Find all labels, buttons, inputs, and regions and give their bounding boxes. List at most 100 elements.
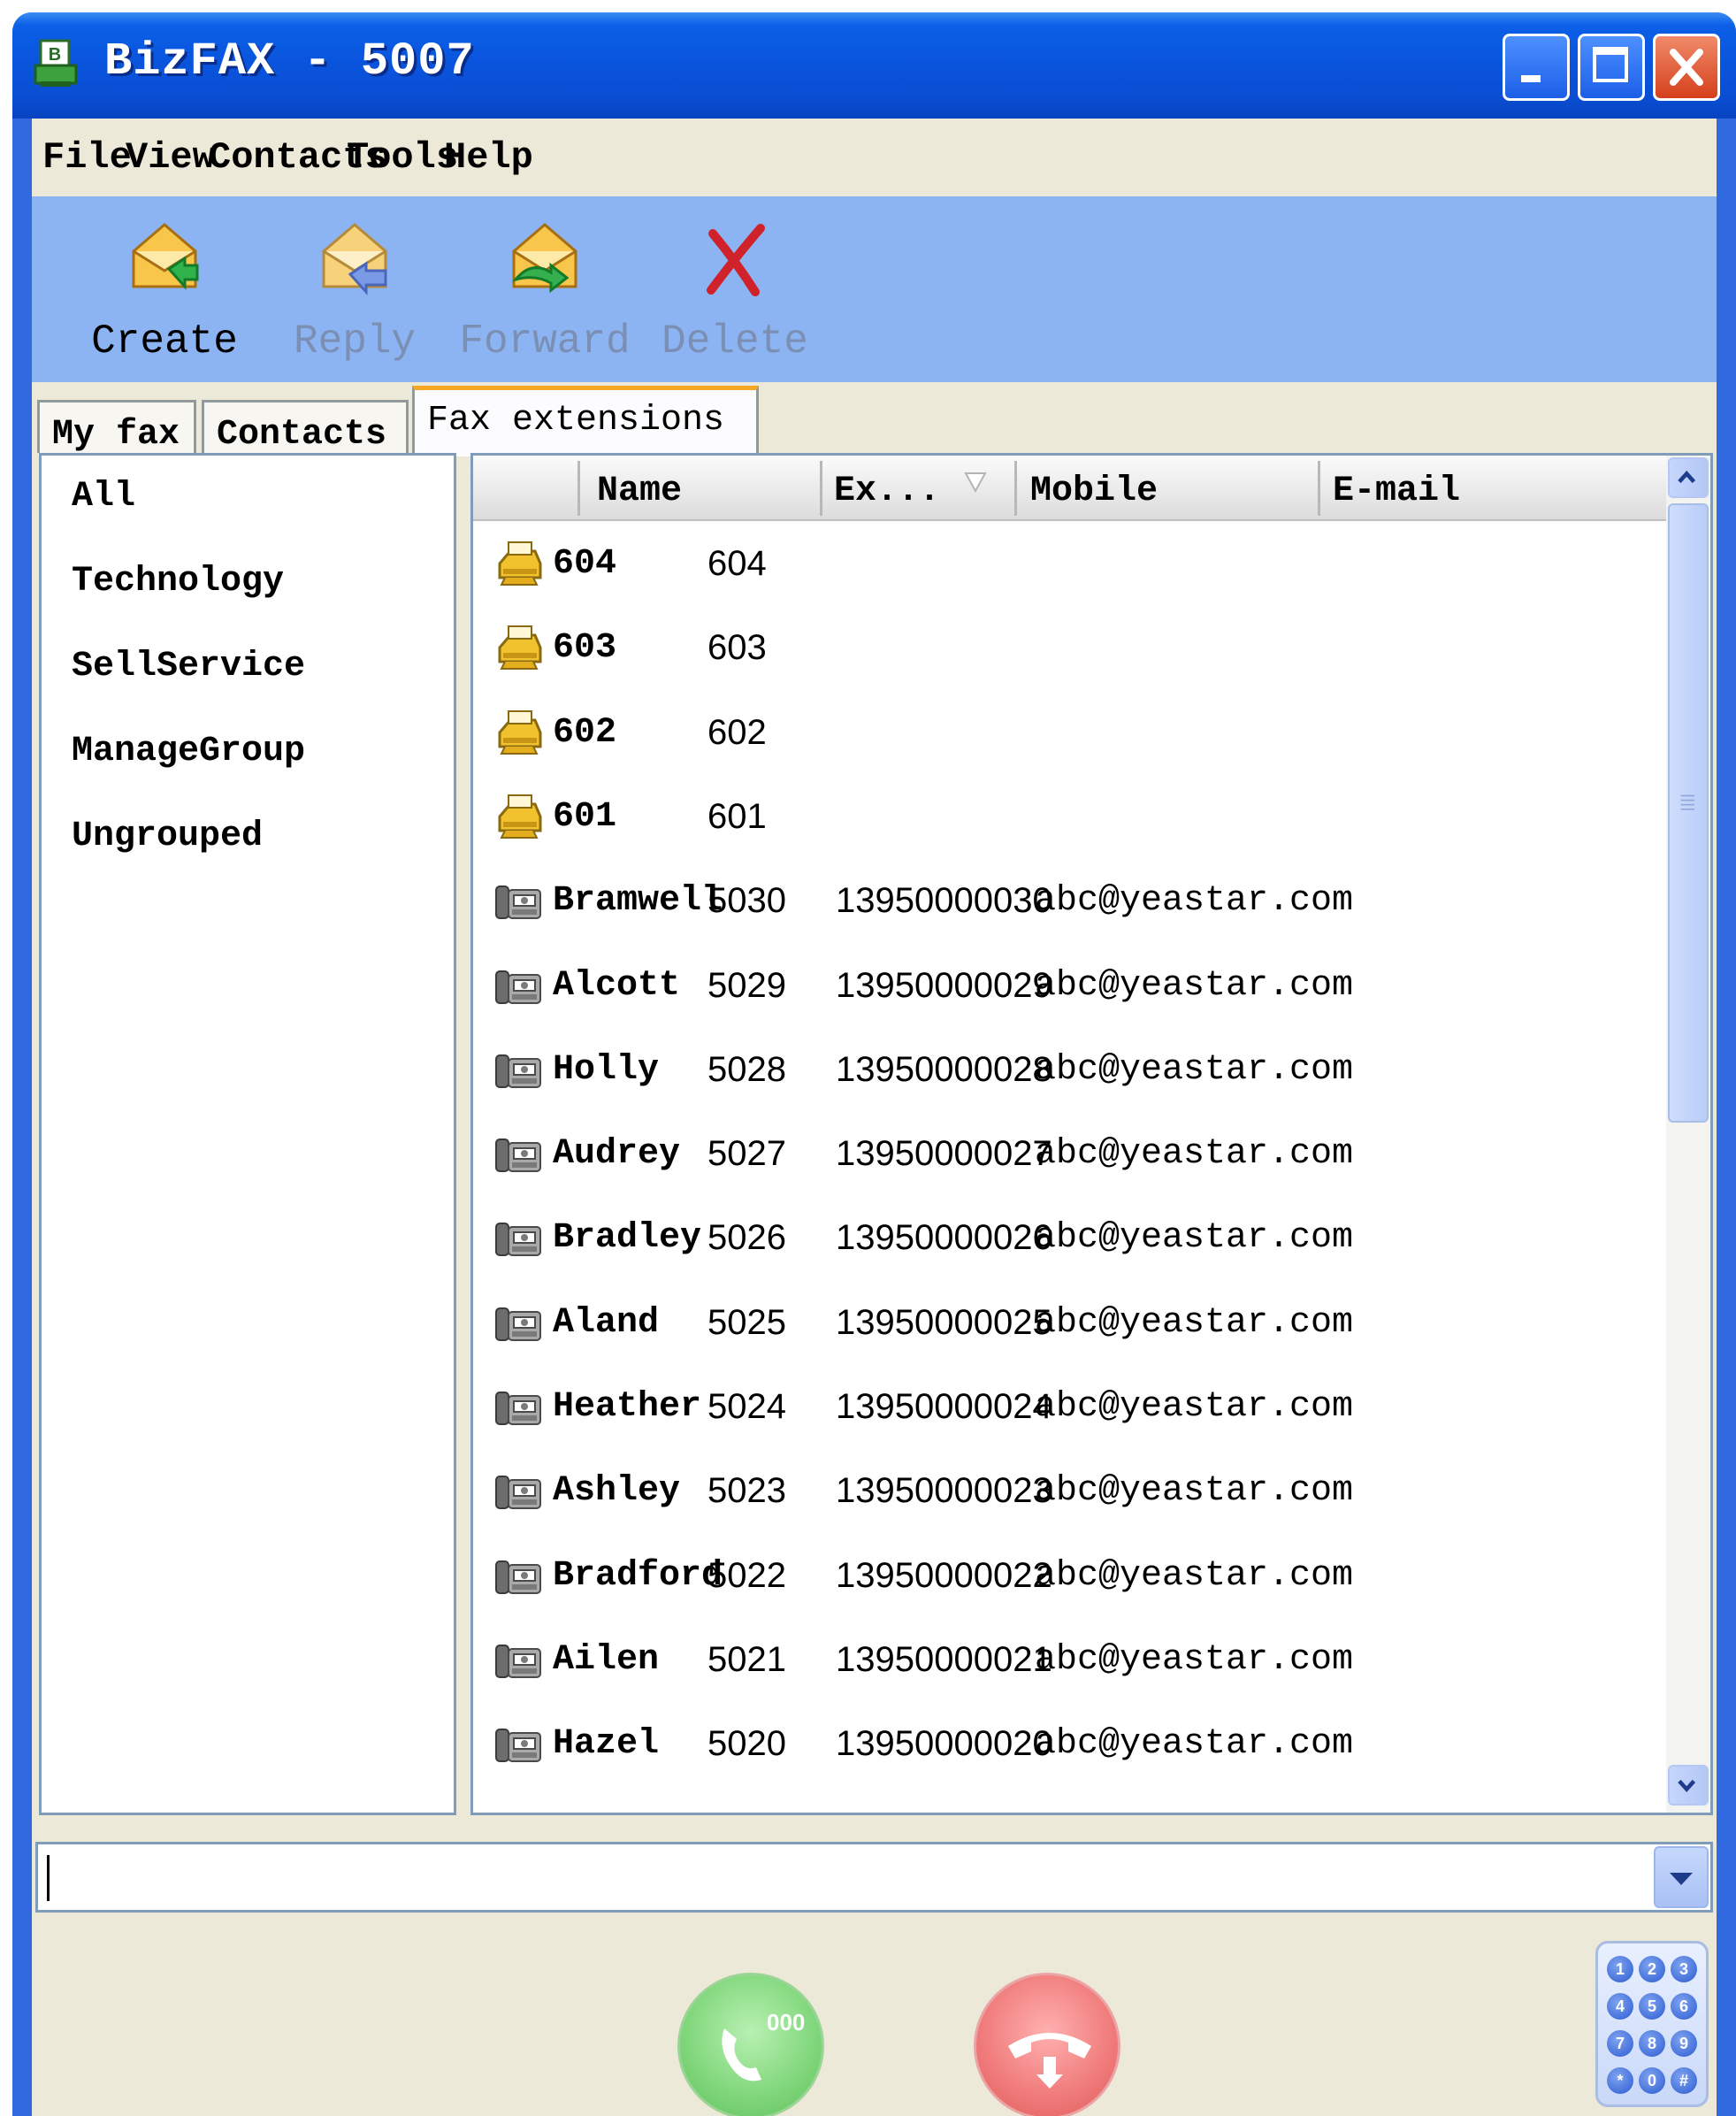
dial-dropdown-button[interactable] [1654,1846,1709,1908]
table-row[interactable]: Heather 5024 13950000024 abc@yeastar.com [473,1368,1670,1452]
minimize-button[interactable] [1503,34,1570,101]
create-button[interactable]: Create [67,196,262,382]
table-row[interactable]: 602 602 [473,694,1670,778]
cell-mobile: 13950000028 [836,1049,1052,1089]
dial-call-button[interactable]: 000 [677,1973,824,2116]
keypad-key: 4 [1607,1993,1633,2020]
group-item-managegroup[interactable]: ManageGroup [72,732,305,771]
table-row[interactable]: Ashley 5023 13950000023 abc@yeastar.com [473,1452,1670,1536]
table-row[interactable]: 604 604 [473,525,1670,609]
client-area: File View Contacts Tools Help Create Rep… [32,119,1717,2116]
keypad-key: 9 [1671,2030,1697,2057]
group-item-ungrouped[interactable]: Ungrouped [72,816,263,856]
table-row[interactable]: Bramwell 5030 13950000030 abc@yeastar.com [473,862,1670,946]
table-row[interactable]: Aland 5025 13950000025 abc@yeastar.com [473,1284,1670,1368]
title-bar[interactable]: B BizFAX - 5007 [12,12,1736,119]
cell-extension: 603 [707,628,767,668]
menu-help[interactable]: Help [444,136,533,179]
menu-view[interactable]: View [126,136,215,179]
group-item-all[interactable]: All [72,477,135,517]
cell-mobile: 13950000027 [836,1134,1052,1174]
dial-number-input[interactable] [45,1850,1649,1906]
cell-extension: 5022 [707,1555,786,1595]
group-item-technology[interactable]: Technology [72,562,284,602]
cell-email: abc@yeastar.com [1035,1302,1354,1343]
cell-name: Aland [553,1302,660,1343]
table-row[interactable]: Bradley 5026 13950000026 abc@yeastar.com [473,1199,1670,1283]
cell-name: 601 [553,796,617,837]
create-label: Create [91,318,238,364]
cell-email: abc@yeastar.com [1035,1049,1354,1090]
phone-fax-icon [493,1296,544,1347]
delete-button[interactable]: Delete [638,196,832,382]
phone-fax-icon [493,1211,544,1262]
column-header-email[interactable]: E-mail [1333,472,1460,511]
cell-name: 603 [553,628,617,669]
cell-name: Alcott [553,965,681,1006]
scrollbar-thumb[interactable] [1668,503,1709,1123]
cell-email: abc@yeastar.com [1035,1724,1354,1765]
header-divider [577,461,580,516]
cell-email: abc@yeastar.com [1035,1639,1354,1680]
vertical-scrollbar[interactable] [1666,456,1710,1813]
table-row[interactable]: Hazel 5020 13950000020 abc@yeastar.com [473,1705,1670,1789]
header-divider [1318,461,1320,516]
menu-tools[interactable]: Tools [347,136,458,179]
phone-fax-icon [493,1717,544,1768]
cell-email: abc@yeastar.com [1035,1555,1354,1596]
cell-extension: 5028 [707,1049,786,1089]
phone-fax-icon [493,1043,544,1094]
cell-name: Holly [553,1049,660,1090]
tab-contacts[interactable]: Contacts [202,400,409,455]
table-row[interactable]: Bradford 5022 13950000022 abc@yeastar.com [473,1537,1670,1621]
cell-name: Audrey [553,1134,681,1175]
maximize-button[interactable] [1578,34,1645,101]
envelope-create-icon [132,223,199,290]
keypad-key: 7 [1607,2030,1633,2057]
scroll-down-button[interactable] [1668,1765,1709,1806]
dropdown-arrow-icon [1670,1873,1693,1885]
cell-name: Ashley [553,1471,681,1512]
hangup-handset-icon [1008,2033,1091,2089]
grip-icon [1680,794,1694,810]
tab-fax-extensions[interactable]: Fax extensions [412,386,759,456]
fax-machine-icon [493,790,544,841]
keypad-key: 1 [1607,1956,1633,1982]
hangup-button[interactable] [974,1973,1120,2116]
column-header-ext[interactable]: Ex... [834,472,940,511]
keypad-key: 3 [1671,1956,1697,1982]
phone-handset-icon: 000 [722,2009,805,2082]
phone-fax-icon [493,1127,544,1178]
text-caret [47,1855,50,1901]
chevron-down-icon [1678,1779,1696,1792]
tab-my-fax[interactable]: My fax [37,400,196,455]
table-row[interactable]: Alcott 5029 13950000029 abc@yeastar.com [473,947,1670,1031]
close-button[interactable] [1653,34,1720,101]
forward-label: Forward [459,318,631,364]
table-row[interactable]: Holly 5028 13950000028 abc@yeastar.com [473,1031,1670,1115]
call-button-digits: 000 [767,2009,805,2036]
dial-combobox[interactable] [35,1842,1713,1913]
keypad-button[interactable]: 1 2 3 4 5 6 7 8 9 * 0 # [1595,1941,1709,2107]
forward-button[interactable]: Forward [447,196,642,382]
table-row[interactable]: 601 601 [473,778,1670,862]
menu-file[interactable]: File [42,136,132,179]
svg-text:B: B [49,45,61,65]
column-header-name[interactable]: Name [597,472,682,511]
cell-name: Bradley [553,1218,702,1259]
cell-mobile: 13950000020 [836,1724,1052,1764]
group-list: All Technology SellService ManageGroup U… [39,453,456,1815]
cell-extension: 5023 [707,1471,786,1511]
group-item-sellservice[interactable]: SellService [72,647,305,686]
cell-email: abc@yeastar.com [1035,1134,1354,1175]
reply-button[interactable]: Reply [257,196,452,382]
table-row[interactable]: 603 603 [473,609,1670,693]
header-divider [1014,461,1017,516]
table-row[interactable]: Audrey 5027 13950000027 abc@yeastar.com [473,1115,1670,1199]
scroll-up-button[interactable] [1668,457,1709,498]
column-header-mobile[interactable]: Mobile [1030,472,1158,511]
cell-mobile: 13950000021 [836,1639,1052,1679]
table-row[interactable]: Ailen 5021 13950000021 abc@yeastar.com [473,1621,1670,1705]
cell-extension: 5024 [707,1387,786,1426]
minimize-icon [1521,75,1541,82]
